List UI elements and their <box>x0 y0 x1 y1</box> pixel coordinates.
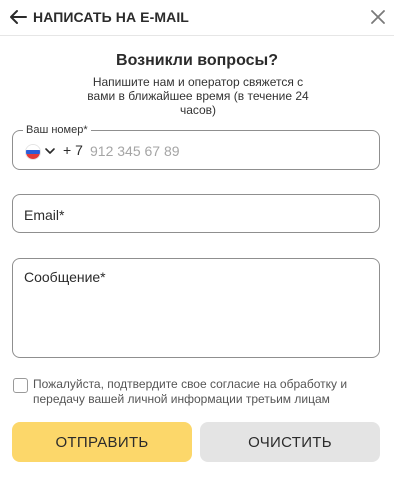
dialog-title: НАПИСАТЬ НА E-MAIL <box>33 9 189 25</box>
email-input[interactable] <box>24 204 364 226</box>
form-title: Возникли вопросы? <box>116 52 278 69</box>
send-button[interactable]: ОТПРАВИТЬ <box>12 422 192 462</box>
clear-button[interactable]: ОЧИСТИТЬ <box>200 422 380 462</box>
message-field <box>12 258 380 358</box>
dial-code: + 7 <box>63 142 83 158</box>
chevron-down-icon[interactable] <box>44 146 56 156</box>
arrow-left-icon[interactable] <box>9 9 27 25</box>
email-field <box>12 194 380 233</box>
consent-text: Пожалуйста, подтвердите свое согласие на… <box>33 377 348 406</box>
consent-checkbox[interactable] <box>13 378 28 393</box>
message-input[interactable] <box>24 269 369 349</box>
phone-label: Ваш номер* <box>23 123 91 137</box>
flag-russia-icon[interactable] <box>25 144 41 160</box>
close-icon[interactable] <box>370 9 386 25</box>
phone-field: Ваш номер* + 7 <box>12 123 380 170</box>
phone-input[interactable] <box>90 140 360 162</box>
form-subtitle: Напишите нам и оператор свяжется с вами … <box>87 75 309 117</box>
dialog-header: НАПИСАТЬ НА E-MAIL <box>0 0 394 36</box>
